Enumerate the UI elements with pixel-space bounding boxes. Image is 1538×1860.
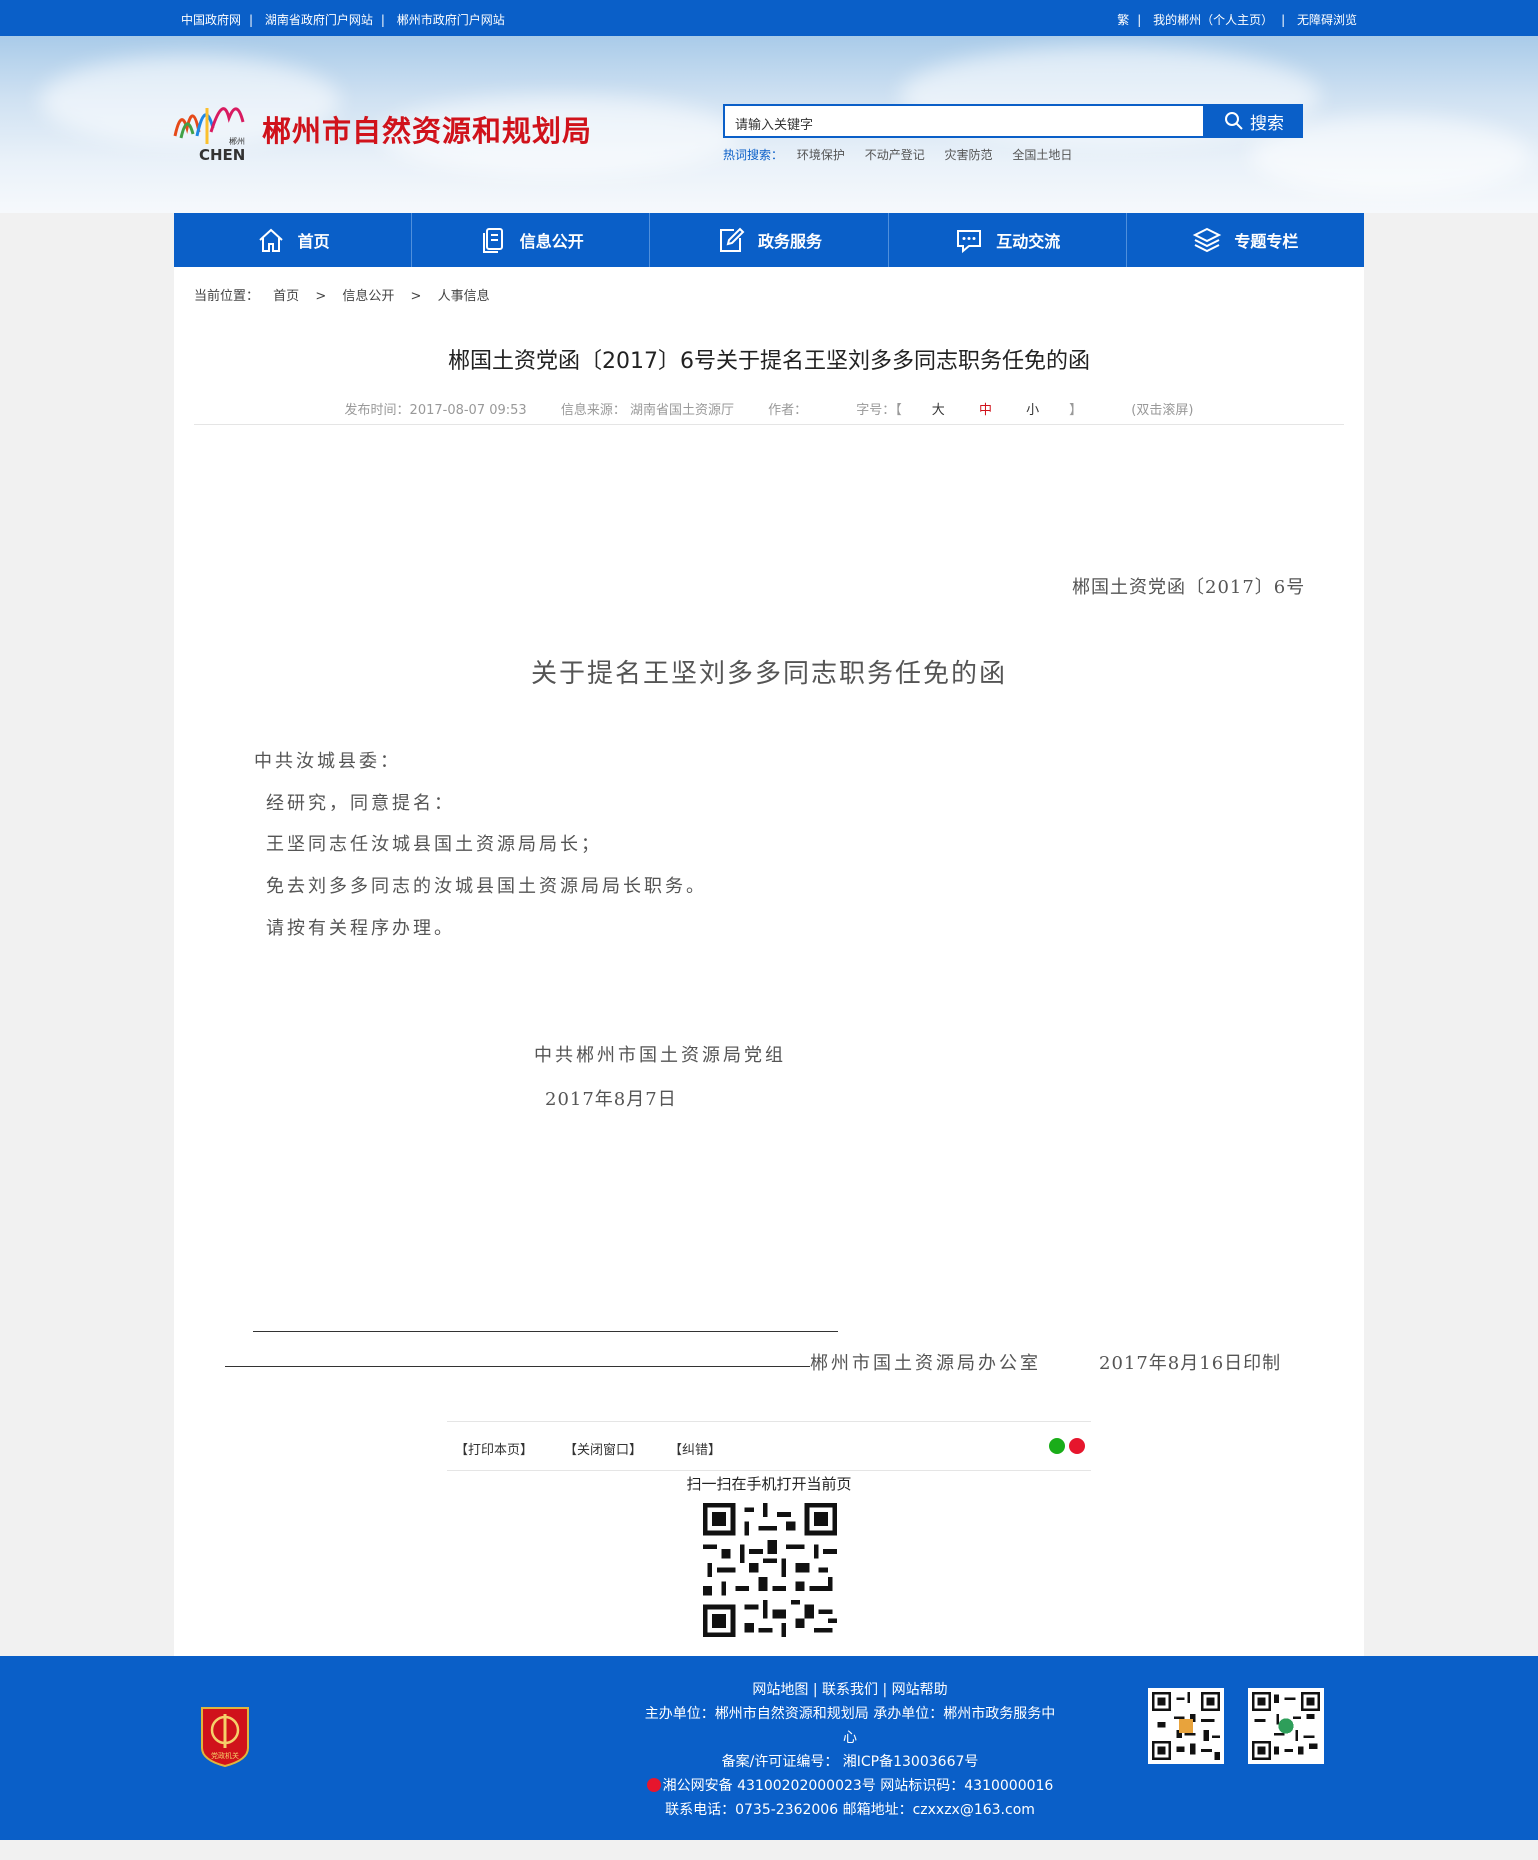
police-badge-icon (646, 1778, 661, 1792)
meta-divider (194, 424, 1344, 425)
search-icon (1225, 112, 1243, 130)
page-bottom (0, 1840, 1538, 1860)
fullscreen-hint[interactable]: (双击滚屏) (1131, 403, 1193, 418)
site-title: 郴州市自然资源和规划局 (262, 114, 593, 148)
hot-label: 热词搜索： (723, 148, 784, 162)
link-hunan-gov[interactable]: 湖南省政府门户网站 (265, 13, 373, 27)
print-button[interactable]: 【打印本页】 (455, 1439, 533, 1458)
link-china-gov[interactable]: 中国政府网 (181, 13, 241, 27)
document-paragraph: 经研究，同意提名： (266, 793, 455, 814)
top-links-left: 中国政府网 | 湖南省政府门户网站 | 郴州市政府门户网站 (181, 13, 505, 27)
nav-item-home[interactable]: 首页 (174, 213, 413, 267)
breadcrumb-item-info[interactable]: 信息公开 (342, 289, 394, 304)
font-large-button[interactable]: 大 (932, 403, 945, 418)
document-salutation: 中共汝城县委： (254, 751, 401, 772)
layers-icon (1193, 227, 1222, 253)
document-icon (482, 228, 503, 253)
page-qr-code-icon (703, 1503, 837, 1637)
article-meta: 发布时间：2017-08-07 09:53 信息来源： 湖南省国土资源厅 作者：… (174, 399, 1364, 418)
footer-info: 网站地图 | 联系我们 | 网站帮助 主办单位：郴州市自然资源和规划局 承办单位… (630, 1678, 1070, 1822)
document-paragraph: 免去刘多多同志的汝城县国土资源局局长职务。 (266, 876, 707, 897)
svg-text:郴州: 郴州 (229, 137, 245, 146)
font-size-control: 字号：【大 中 小】 (856, 403, 1083, 418)
document-rule (253, 1331, 838, 1332)
article-actions: 【打印本页】 【关闭窗口】 【纠错】 (447, 1421, 1091, 1471)
nav-item-service[interactable]: 政务服务 (650, 213, 889, 267)
main-nav: 首页 信息公开 政务服务 互动交流 专题专栏 (174, 213, 1364, 267)
edit-icon (720, 227, 745, 252)
nav-label: 政务服务 (758, 232, 823, 251)
font-small-button[interactable]: 小 (1026, 403, 1039, 418)
nav-item-info[interactable]: 信息公开 (412, 213, 651, 267)
chat-icon (957, 230, 982, 254)
weibo-icon[interactable] (1069, 1438, 1085, 1454)
nav-item-topics[interactable]: 专题专栏 (1127, 213, 1364, 267)
hot-keyword[interactable]: 灾害防范 (945, 148, 993, 162)
document-rule (225, 1366, 810, 1367)
nav-label: 专题专栏 (1234, 232, 1299, 251)
breadcrumb: 当前位置： 首页 > 信息公开 > 人事信息 (194, 289, 490, 304)
party-gov-badge-icon[interactable]: 党政机关 (198, 1704, 252, 1768)
print-office: 郴州市国土资源局办公室 (810, 1353, 1041, 1374)
document-number: 郴国土资党函〔2017〕6号 (1072, 577, 1306, 598)
hot-keyword[interactable]: 全国土地日 (1012, 148, 1072, 162)
footer-qr-code-2 (1248, 1688, 1324, 1764)
qr-code-icon (1152, 1692, 1220, 1760)
nav-label: 首页 (297, 232, 330, 251)
hot-keywords: 热词搜索： 环境保护 不动产登记 灾害防范 全国土地日 (723, 146, 1088, 163)
nav-label: 互动交流 (996, 232, 1061, 251)
footer-police: 湘公网安备 43100202000023号 网站标识码：4310000016 (630, 1774, 1070, 1798)
top-bar: 中国政府网 | 湖南省政府门户网站 | 郴州市政府门户网站 繁 | 我的郴州（个人主页… (0, 0, 1538, 36)
breadcrumb-item-home[interactable]: 首页 (273, 289, 299, 304)
main-content: 首页 信息公开 政务服务 互动交流 专题专栏 当前位置： 首页 > 信息公开 >… (174, 213, 1364, 1656)
search-input[interactable]: 请输入关键字 (723, 104, 1205, 138)
footer-host-cont: 心 (843, 1730, 857, 1746)
link-traditional[interactable]: 繁 (1117, 13, 1129, 27)
font-mid-button[interactable]: 中 (979, 403, 992, 418)
search-button[interactable]: 搜索 (1205, 104, 1303, 138)
share-buttons (1049, 1438, 1085, 1454)
document-paragraph: 王坚同志任汝城县国土资源局局长； (266, 834, 602, 855)
home-icon (258, 228, 283, 252)
site-footer: 党政机关 网站地图 | 联系我们 | 网站帮助 主办单位：郴州市自然资源和规划局… (0, 1656, 1538, 1840)
top-links-right: 繁 | 我的郴州（个人主页） | 无障碍浏览 (1117, 13, 1357, 27)
link-chenzhou-gov[interactable]: 郴州市政府门户网站 (397, 13, 505, 27)
article-title: 郴国土资党函〔2017〕6号关于提名王坚刘多多同志职务任免的函 (448, 349, 1090, 374)
author: 作者： (768, 403, 808, 418)
link-my-chenzhou[interactable]: 我的郴州（个人主页） (1153, 13, 1273, 27)
report-error-button[interactable]: 【纠错】 (669, 1439, 721, 1458)
qr-code-icon (1252, 1692, 1320, 1760)
site-header: 郴州 CHEN 郴州市自然资源和规划局 请输入关键字 搜索 热词搜索： 环境保护… (0, 36, 1538, 213)
print-date: 2017年8月16日印制 (1099, 1353, 1282, 1374)
signature-org: 中共郴州市国土资源局党组 (534, 1045, 786, 1066)
footer-icp[interactable]: 备案/许可证编号： 湘ICP备13003667号 (630, 1750, 1070, 1774)
close-window-button[interactable]: 【关闭窗口】 (564, 1439, 642, 1458)
footer-host: 主办单位：郴州市自然资源和规划局 承办单位：郴州市政务服务中 (644, 1706, 1056, 1722)
svg-text:CHEN: CHEN (199, 146, 245, 164)
footer-contact: 联系电话：0735-2362006 邮箱地址：czxxzx@163.com (665, 1802, 1035, 1818)
hot-keyword[interactable]: 环境保护 (797, 148, 845, 162)
scan-hint: 扫一扫在手机打开当前页 (686, 1475, 852, 1493)
nav-item-interaction[interactable]: 互动交流 (889, 213, 1127, 267)
footer-qr-code-1 (1148, 1688, 1224, 1764)
wechat-icon[interactable] (1049, 1438, 1065, 1454)
hot-keyword[interactable]: 不动产登记 (865, 148, 925, 162)
link-accessibility[interactable]: 无障碍浏览 (1297, 13, 1357, 27)
document-paragraph: 请按有关程序办理。 (266, 918, 455, 939)
breadcrumb-label: 当前位置： (194, 289, 260, 304)
chenzhou-logo[interactable]: 郴州 CHEN (167, 88, 249, 164)
nav-label: 信息公开 (519, 232, 584, 251)
document-title: 关于提名王坚刘多多同志职务任免的函 (530, 659, 1007, 689)
info-source: 信息来源： 湖南省国土资源厅 (560, 403, 734, 418)
svg-text:党政机关: 党政机关 (211, 1751, 239, 1760)
footer-links[interactable]: 网站地图 | 联系我们 | 网站帮助 (630, 1678, 1070, 1702)
breadcrumb-item-personnel[interactable]: 人事信息 (438, 289, 490, 304)
publish-time: 发布时间：2017-08-07 09:53 (344, 403, 527, 418)
signature-date: 2017年8月7日 (545, 1089, 677, 1110)
search-button-label: 搜索 (1250, 113, 1284, 134)
